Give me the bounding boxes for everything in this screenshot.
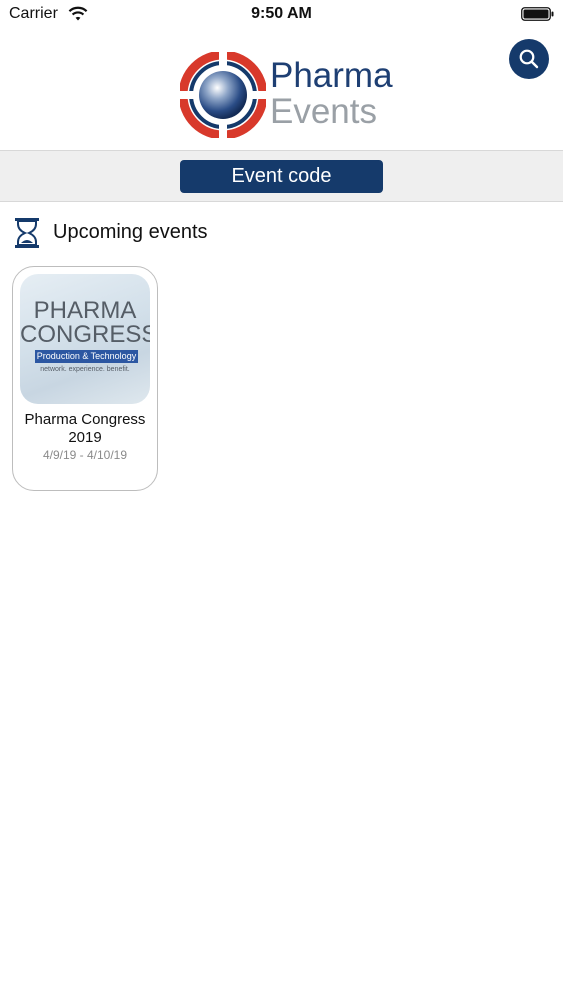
event-card[interactable]: PHARMA CONGRESS Production & Technology …	[12, 266, 158, 491]
app-header: Pharma Events	[0, 30, 563, 150]
thumbnail-title-line2: CONGRESS	[20, 321, 150, 348]
logo-word-pharma: Pharma	[270, 56, 393, 95]
status-time: 9:50 AM	[251, 5, 312, 22]
thumbnail-subtitle-band: Production & Technology	[35, 350, 138, 363]
battery-full-icon	[521, 6, 555, 27]
event-dates: 4/9/19 - 4/10/19	[42, 448, 128, 462]
logo-mark-icon	[180, 52, 266, 138]
event-code-bar: Event code	[0, 150, 563, 202]
event-thumbnail: PHARMA CONGRESS Production & Technology …	[20, 274, 150, 404]
logo-word-events: Events	[270, 92, 377, 131]
upcoming-events-header: Upcoming events	[0, 213, 563, 253]
search-icon	[519, 49, 539, 69]
event-name: Pharma Congress 2019	[24, 411, 146, 446]
search-button[interactable]	[509, 39, 549, 79]
section-title: Upcoming events	[53, 221, 208, 243]
event-code-button[interactable]: Event code	[180, 160, 383, 193]
thumbnail-tagline: network. experience. benefit.	[40, 366, 130, 373]
status-bar: Carrier 9:50 AM	[0, 0, 563, 30]
pharma-events-logo: Pharma Events	[180, 52, 393, 142]
hourglass-icon	[14, 217, 40, 254]
